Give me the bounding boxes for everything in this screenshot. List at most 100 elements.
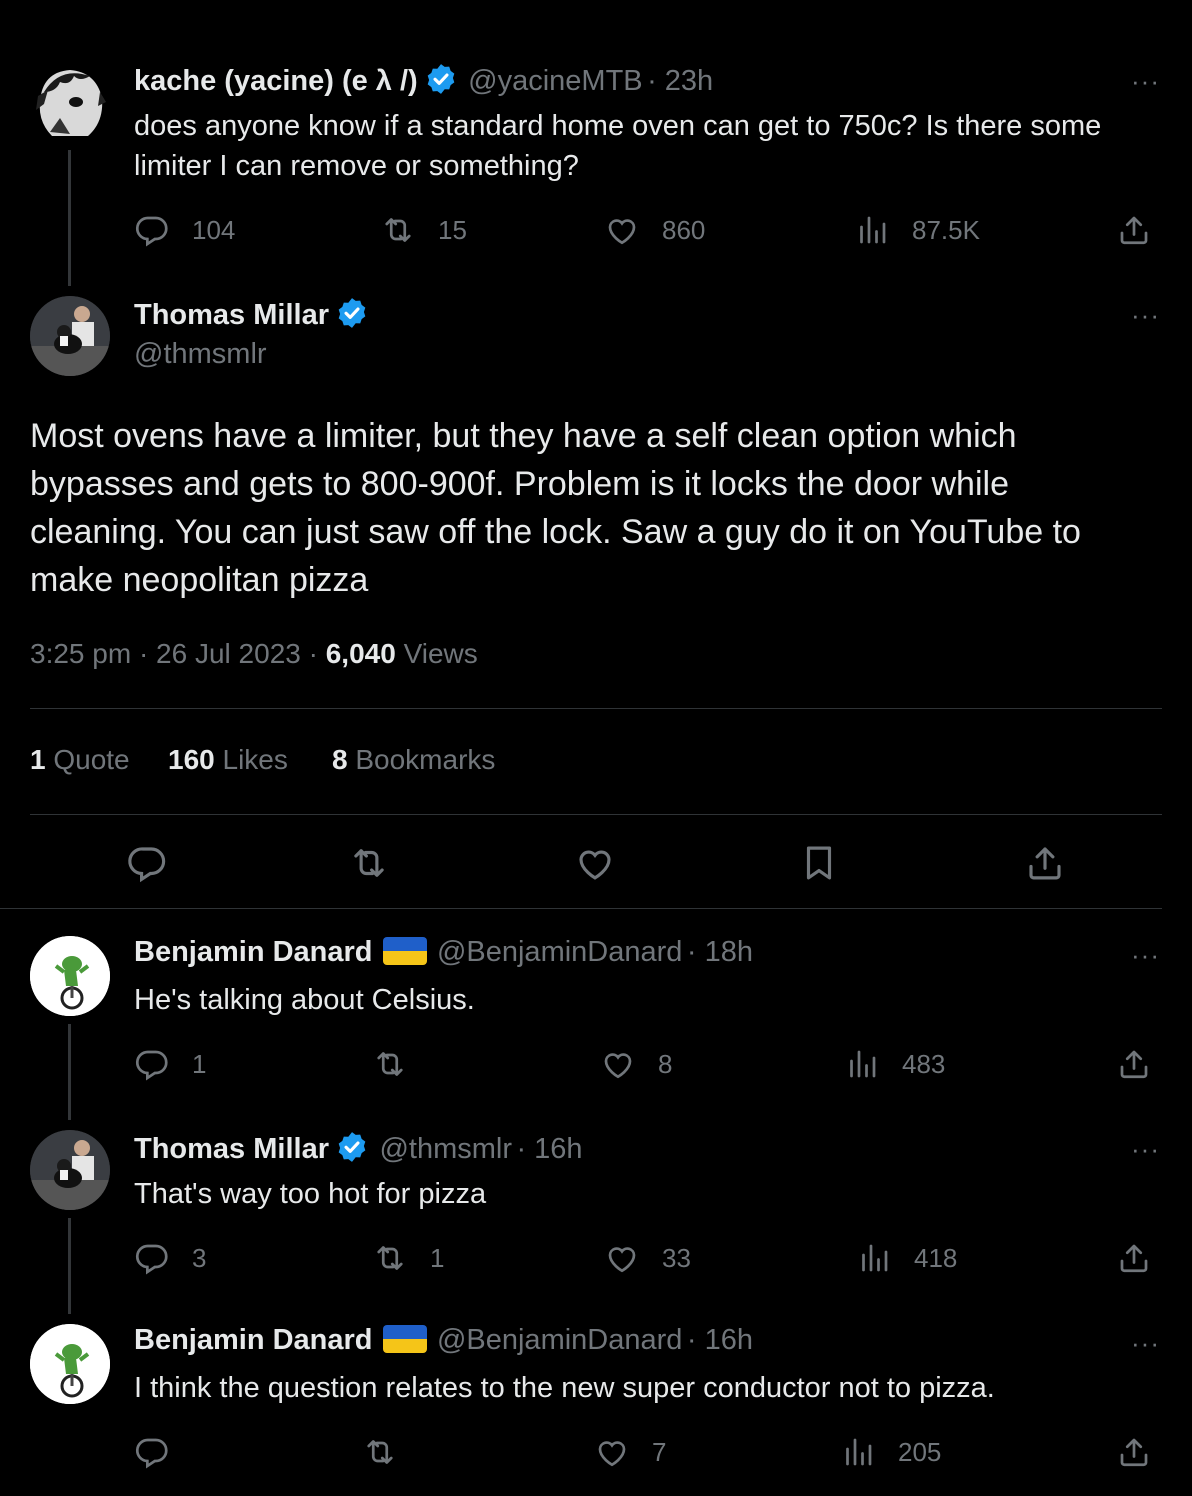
share-icon xyxy=(1116,1046,1152,1082)
reply-icon xyxy=(134,1434,170,1470)
tweet-text-line: does anyone know if a standard home oven… xyxy=(134,110,1102,142)
reply-icon xyxy=(134,1240,170,1276)
more-options-icon[interactable]: ··· xyxy=(1131,66,1160,97)
more-options-icon[interactable]: ··· xyxy=(1131,1328,1160,1359)
reply-button[interactable]: 104 xyxy=(134,212,235,248)
avatar-yacine[interactable] xyxy=(30,62,110,142)
views-icon xyxy=(854,212,890,248)
avatar-benjamin[interactable] xyxy=(30,936,110,1016)
tweet-text-line: cleaning. You can just saw off the lock.… xyxy=(30,513,1081,551)
bookmarks-label: Bookmarks xyxy=(347,744,496,775)
author-name[interactable]: Benjamin Danard xyxy=(134,936,373,968)
anime-avatar-icon xyxy=(36,70,106,136)
like-icon[interactable] xyxy=(574,842,616,884)
share-button[interactable] xyxy=(1116,1434,1174,1470)
bookmarks-count: 8 xyxy=(332,744,348,775)
views-icon xyxy=(856,1240,892,1276)
photo-avatar-icon xyxy=(30,1130,110,1210)
frog-unicycle-avatar-icon xyxy=(30,936,110,1016)
like-icon xyxy=(604,212,640,248)
author-handle[interactable]: @thmsmlr xyxy=(134,338,267,371)
views-label: Views xyxy=(395,638,478,669)
likes-stat[interactable]: 160 Likes xyxy=(168,744,288,776)
main-tweet-text: Most ovens have a limiter, but they have… xyxy=(30,412,1160,604)
like-button[interactable]: 8 xyxy=(600,1046,672,1082)
avatar-benjamin[interactable] xyxy=(30,1324,110,1404)
reply-button[interactable]: 3 xyxy=(134,1240,206,1276)
author-name[interactable]: Thomas Millar xyxy=(134,1133,329,1165)
views-count: 483 xyxy=(902,1048,946,1079)
author-handle[interactable]: @thmsmlr xyxy=(379,1133,512,1165)
share-button[interactable] xyxy=(1116,1240,1174,1276)
more-options-icon[interactable]: ··· xyxy=(1131,1134,1160,1165)
retweet-icon xyxy=(372,1240,408,1276)
author-handle[interactable]: @BenjaminDanard xyxy=(437,936,682,968)
tweet-time[interactable]: · 16h xyxy=(687,1324,753,1356)
share-icon[interactable] xyxy=(1024,842,1066,884)
reply-header: Benjamin Danard @BenjaminDanard · 18h xyxy=(134,936,753,969)
tweet-text-line: Most ovens have a limiter, but they have… xyxy=(30,417,1017,455)
author-name[interactable]: kache (yacine) (e λ /) xyxy=(134,65,418,97)
bookmarks-stat[interactable]: 8 Bookmarks xyxy=(332,744,495,776)
more-options-icon[interactable]: ··· xyxy=(1131,300,1160,331)
retweet-button[interactable] xyxy=(362,1434,420,1470)
like-count: 33 xyxy=(662,1242,691,1273)
like-button[interactable]: 860 xyxy=(604,212,705,248)
views-button[interactable]: 483 xyxy=(844,1046,945,1082)
share-button[interactable] xyxy=(1116,1046,1174,1082)
share-button[interactable] xyxy=(1116,212,1174,248)
avatar-thomas[interactable] xyxy=(30,296,110,376)
reply-count: 1 xyxy=(192,1048,207,1079)
retweet-icon xyxy=(372,1046,408,1082)
like-icon xyxy=(600,1046,636,1082)
main-tweet-header: Thomas Millar xyxy=(134,296,369,332)
reply-icon xyxy=(134,1046,170,1082)
likes-label: Likes xyxy=(214,744,288,775)
share-icon xyxy=(1116,212,1152,248)
retweet-count: 15 xyxy=(438,214,467,245)
retweet-button[interactable]: 15 xyxy=(380,212,467,248)
thread-connector xyxy=(68,1218,71,1314)
retweet-icon xyxy=(380,212,416,248)
views-count: 418 xyxy=(914,1242,958,1273)
views-button[interactable]: 418 xyxy=(856,1240,957,1276)
tweet-timestamp[interactable]: 3:25 pm · 26 Jul 2023 · xyxy=(30,638,326,669)
tweet-text: does anyone know if a standard home oven… xyxy=(134,106,1174,186)
tweet-time[interactable]: · 16h xyxy=(516,1133,582,1165)
retweet-icon[interactable] xyxy=(348,842,390,884)
views-icon xyxy=(844,1046,880,1082)
tweet-time[interactable]: · 18h xyxy=(687,936,753,968)
bookmark-icon[interactable] xyxy=(798,842,840,884)
retweet-button[interactable]: 1 xyxy=(372,1240,444,1276)
views-button[interactable]: 87.5K xyxy=(854,212,980,248)
like-button[interactable]: 33 xyxy=(604,1240,691,1276)
reply-text: That's way too hot for pizza xyxy=(134,1178,487,1210)
author-name[interactable]: Thomas Millar xyxy=(134,299,329,331)
author-handle[interactable]: @yacineMTB xyxy=(468,65,642,97)
retweet-count: 1 xyxy=(430,1242,445,1273)
reply-button[interactable] xyxy=(134,1434,192,1470)
more-options-icon[interactable]: ··· xyxy=(1131,940,1160,971)
reply-header: Benjamin Danard @BenjaminDanard · 16h xyxy=(134,1324,753,1357)
divider xyxy=(30,814,1162,815)
author-name[interactable]: Benjamin Danard xyxy=(134,1324,373,1356)
reply-header: Thomas Millar @thmsmlr · 16h xyxy=(134,1130,583,1166)
tweet-text-line: limiter I can remove or something? xyxy=(134,150,579,182)
tweet-time[interactable]: · 23h xyxy=(647,65,713,97)
like-icon xyxy=(604,1240,640,1276)
share-icon xyxy=(1116,1434,1152,1470)
views-button[interactable]: 205 xyxy=(840,1434,941,1470)
quote-stat[interactable]: 1 Quote xyxy=(30,744,130,776)
tweet-header: kache (yacine) (e λ /) @yacineMTB · 23h xyxy=(134,62,713,98)
author-handle[interactable]: @BenjaminDanard xyxy=(437,1324,682,1356)
reply-text: I think the question relates to the new … xyxy=(134,1372,995,1404)
like-button[interactable]: 7 xyxy=(594,1434,666,1470)
views-count: 87.5K xyxy=(912,214,980,245)
reply-button[interactable]: 1 xyxy=(134,1046,206,1082)
retweet-button[interactable] xyxy=(372,1046,430,1082)
avatar-thomas[interactable] xyxy=(30,1130,110,1210)
thread-connector xyxy=(68,1024,71,1120)
verified-badge-icon xyxy=(424,62,458,96)
reply-icon[interactable] xyxy=(126,842,168,884)
likes-count: 160 xyxy=(168,744,215,775)
